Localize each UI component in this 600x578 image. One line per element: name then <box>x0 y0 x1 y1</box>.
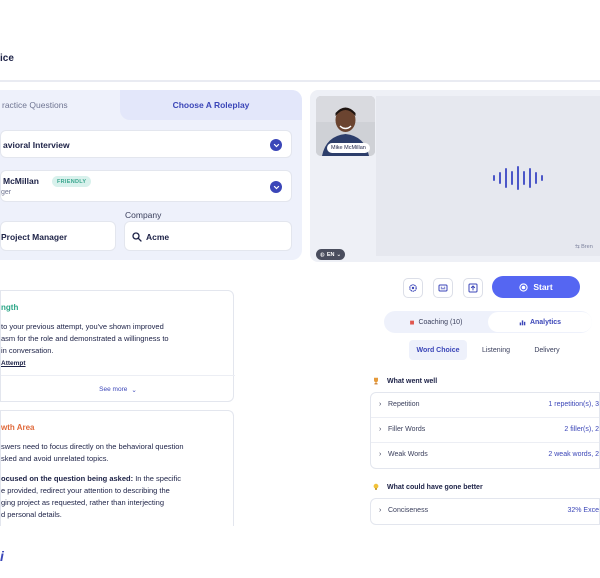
could-better-list: › Conciseness 32% Exce <box>370 498 600 525</box>
metric-row-weak-words[interactable]: › Weak Words 2 weak words, 2 <box>371 443 599 468</box>
trophy-icon <box>374 377 378 385</box>
growth-heading: wth Area <box>1 423 35 432</box>
upload-icon <box>468 283 478 293</box>
strength-line: asm for the role and demonstrated a will… <box>1 334 169 343</box>
record-icon <box>519 282 528 292</box>
interview-type-value: avioral Interview <box>3 140 70 150</box>
bar-chart-icon <box>519 319 526 325</box>
interview-type-select[interactable]: avioral Interview <box>0 130 292 158</box>
participant-thumbnail: Mike McMillan <box>316 96 375 156</box>
video-call-panel: Mike McMillan ◍ EN ⌄ ⇆ Bren <box>310 90 600 262</box>
language-selector[interactable]: ◍ EN ⌄ <box>316 249 346 260</box>
start-button[interactable]: Start <box>492 276 580 298</box>
start-label: Start <box>533 282 553 292</box>
see-more-button[interactable]: See more ⌄ <box>1 375 235 403</box>
tab-practice-questions[interactable]: ractice Questions <box>0 90 120 120</box>
chevron-down-icon[interactable] <box>270 139 282 151</box>
company-label: Company <box>125 210 162 220</box>
captions-button[interactable] <box>433 278 453 298</box>
chevron-right-icon: › <box>379 426 382 433</box>
growth-line: e provided, redirect your attention to d… <box>1 486 170 495</box>
captions-icon <box>438 284 448 292</box>
previous-attempt-link[interactable]: Attempt <box>1 360 26 367</box>
brand-logo: i <box>0 548 4 564</box>
growth-tip-lead: ocused on the question being asked: In t… <box>1 474 182 483</box>
audio-waveform-icon <box>493 166 543 190</box>
chevron-right-icon: › <box>379 451 382 458</box>
tab-coaching[interactable]: ■ Coaching (10) <box>384 311 488 333</box>
chevron-down-icon[interactable] <box>270 181 282 193</box>
strength-feedback-card: ngth to your previous attempt, you've sh… <box>0 290 235 403</box>
could-better-heading: What could have gone better <box>372 483 483 491</box>
strength-line: in conversation. <box>1 346 54 355</box>
chevron-down-icon: ⌄ <box>336 251 342 258</box>
settings-button[interactable] <box>403 278 423 298</box>
tab-coaching-label: Coaching (10) <box>418 318 463 326</box>
tab-word-choice[interactable]: Word Choice <box>409 340 467 360</box>
chevron-down-icon: ⌄ <box>131 386 137 394</box>
role-input-value: Project Manager <box>1 232 68 242</box>
metric-row-filler-words[interactable]: › Filler Words 2 filler(s), 2 <box>371 418 599 443</box>
growth-line: d personal details. <box>1 510 62 519</box>
growth-line: swers need to focus directly on the beha… <box>1 442 184 451</box>
persona-role: ger <box>1 189 12 196</box>
persona-select[interactable]: McMillan FRIENDLY ger <box>0 170 292 202</box>
chevron-right-icon: › <box>379 401 382 408</box>
lightbulb-icon <box>373 483 379 490</box>
strength-line: to your previous attempt, you've shown i… <box>1 322 164 331</box>
tab-delivery[interactable]: Delivery <box>524 340 570 360</box>
went-well-heading: What went well <box>372 377 437 385</box>
company-input[interactable]: Acme <box>124 221 292 251</box>
growth-line: ging project as requested, rather than i… <box>1 498 165 507</box>
language-code: EN <box>326 251 335 258</box>
role-input[interactable]: Project Manager <box>0 221 116 251</box>
persona-mood-badge: FRIENDLY <box>52 176 92 187</box>
tab-listening[interactable]: Listening <box>472 340 520 360</box>
tab-analytics[interactable]: Analytics <box>488 312 592 332</box>
growth-area-feedback-card: wth Area swers need to focus directly on… <box>0 410 234 526</box>
globe-icon: ◍ <box>320 251 325 258</box>
company-input-value: Acme <box>146 232 170 242</box>
share-screen-button[interactable] <box>463 278 483 298</box>
header-divider <box>0 80 600 82</box>
branding-label: ⇆ Bren <box>575 244 593 250</box>
roleplay-page: ice ractice Questions Choose A Roleplay … <box>0 0 600 578</box>
strength-heading: ngth <box>1 303 19 312</box>
went-well-list: › Repetition 1 repetition(s), 3 › Filler… <box>370 392 600 469</box>
chevron-right-icon: › <box>379 507 382 514</box>
video-stage <box>376 96 600 256</box>
growth-line: sked and avoid unrelated topics. <box>1 454 109 463</box>
metric-row-conciseness[interactable]: › Conciseness 32% Exce <box>371 499 599 524</box>
coaching-analytics-toggle: ■ Coaching (10) Analytics <box>384 311 592 333</box>
metric-row-repetition[interactable]: › Repetition 1 repetition(s), 3 <box>371 393 599 418</box>
tab-analytics-label: Analytics <box>529 318 562 326</box>
gear-icon <box>409 284 417 292</box>
roleplay-config-panel: ractice Questions Choose A Roleplay avio… <box>0 90 302 260</box>
persona-name: McMillan <box>3 176 39 186</box>
coaching-icon: ■ <box>409 317 415 327</box>
page-title: ice <box>0 53 14 64</box>
search-icon <box>132 232 142 242</box>
tab-choose-roleplay[interactable]: Choose A Roleplay <box>120 90 302 120</box>
participant-name-label: Mike McMillan <box>327 143 370 153</box>
